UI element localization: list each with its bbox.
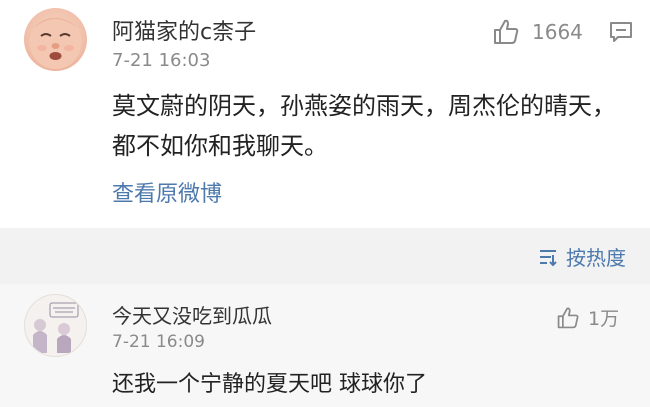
username[interactable]: 阿猫家的c柰子 [112,14,256,46]
like-count: 1664 [532,20,583,44]
like-button[interactable]: 1664 [492,18,583,46]
like-count: 1万 [588,308,620,330]
timestamp: 7-21 16:03 [112,50,211,71]
sort-label: 按热度 [566,246,626,270]
comment-card-1: 阿猫家的c柰子 7-21 16:03 1664 莫文蔚的阴天，孙燕姿的雨天，周杰… [0,0,650,228]
timestamp: 7-21 16:09 [112,332,205,352]
comment-text: 还我一个宁静的夏天吧 球球你了 [112,372,427,397]
thumbs-up-icon [557,307,579,328]
username[interactable]: 今天又没吃到瓜瓜 [112,300,272,329]
avatar[interactable] [24,8,87,71]
avatar[interactable] [24,294,87,357]
sketch-avatar-icon [33,302,79,353]
baby-face-icon [29,15,82,69]
comment-text: 莫文蔚的阴天，孙燕姿的雨天，周杰伦的晴天，都不如你和我聊天。 [112,92,616,160]
thumbs-up-icon [494,19,519,44]
comment-card-2: 今天又没吃到瓜瓜 7-21 16:09 1万 还我一个宁静的夏天吧 球球你了 [0,284,650,407]
sort-by-hot-button[interactable]: 按热度 [538,242,626,271]
comment-icon [610,22,632,42]
like-button[interactable]: 1万 [556,304,619,331]
reply-button[interactable] [609,20,633,48]
sort-bar: 按热度 [0,228,650,284]
sort-icon [540,249,557,266]
view-original-link[interactable]: 查看原微博 [112,176,222,208]
